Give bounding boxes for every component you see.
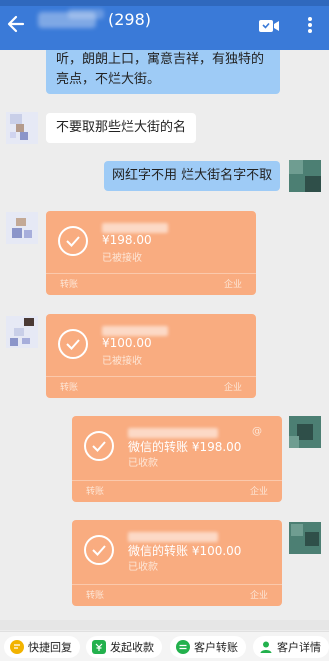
divider (46, 376, 256, 377)
transfer-type-label: 转账 (86, 487, 105, 497)
transfer-type-label: 转账 (60, 280, 79, 290)
transfer-status: 已被接收 (102, 356, 142, 367)
check-circle-icon (84, 535, 114, 565)
avatar[interactable] (289, 522, 321, 554)
transfer-amount: ¥100.00 (102, 336, 152, 350)
divider (72, 480, 282, 481)
more-options-icon[interactable] (300, 15, 320, 35)
avatar[interactable] (289, 160, 321, 192)
member-count: (298) (108, 10, 152, 29)
message-text: 亮点，不烂大街。 (56, 72, 161, 87)
quick-action-bar: 快捷回复 发起收款 客户转账 客户详情 (0, 631, 329, 661)
message-bubble-sent[interactable]: 听，朗朗上口，寓意吉祥，有独特的 亮点，不烂大街。 (46, 50, 280, 94)
customer-detail-button[interactable]: 客户详情 (253, 636, 329, 658)
transfer-icon (176, 640, 190, 654)
transfer-status: 已被接收 (102, 253, 142, 264)
status-bar (0, 0, 329, 6)
avatar[interactable] (6, 316, 38, 348)
customer-detail-icon (259, 640, 273, 654)
next-message-peek (0, 620, 329, 630)
transfer-type-label: 转账 (86, 591, 105, 601)
message-bubble-received[interactable]: 不要取那些烂大街的名 (46, 113, 197, 143)
avatar[interactable] (289, 416, 321, 448)
transfer-title: 微信的转账 ¥100.00 (128, 544, 242, 558)
transfer-status: 已收款 (128, 458, 158, 469)
avatar[interactable] (6, 212, 38, 244)
payment-request-icon (92, 640, 106, 654)
quick-reply-icon (10, 640, 24, 654)
chat-header: (298) (0, 0, 329, 50)
transfer-source-label: 企业 (249, 591, 268, 601)
check-circle-icon (58, 329, 88, 359)
video-call-icon[interactable] (258, 18, 280, 34)
payer-name-blurred (102, 326, 168, 336)
check-circle-icon (84, 431, 114, 461)
payer-name-blurred (128, 532, 218, 542)
quick-action-label: 客户转账 (194, 641, 238, 654)
message-text: 网红字不用 烂大街名字不取 (112, 168, 273, 183)
quick-action-label: 客户详情 (277, 641, 321, 654)
payer-name-blurred (128, 428, 218, 438)
check-circle-icon (58, 226, 88, 256)
transfer-card[interactable]: ¥198.00 已被接收 转账 企业 (46, 211, 256, 295)
mention-symbol: @ (252, 426, 262, 437)
transfer-status: 已收款 (128, 562, 158, 573)
payment-request-button[interactable]: 发起收款 (86, 636, 162, 658)
transfer-type-label: 转账 (60, 383, 79, 393)
transfer-card[interactable]: ¥100.00 已被接收 转账 企业 (46, 314, 256, 398)
payer-name-blurred (102, 223, 168, 233)
transfer-amount: ¥198.00 (102, 233, 152, 247)
transfer-source-label: 企业 (223, 383, 242, 393)
message-text: 听，朗朗上口，寓意吉祥，有独特的 (56, 52, 265, 67)
quick-action-label: 快捷回复 (28, 641, 72, 654)
transfer-title: 微信的转账 ¥198.00 (128, 440, 242, 454)
transfer-card[interactable]: 微信的转账 ¥100.00 已收款 转账 企业 (72, 520, 282, 606)
transfer-card[interactable]: @ 微信的转账 ¥198.00 已收款 转账 企业 (72, 416, 282, 502)
transfer-source-label: 企业 (223, 280, 242, 290)
chat-area[interactable]: 听，朗朗上口，寓意吉祥，有独特的 亮点，不烂大街。 不要取那些烂大街的名 网红字… (0, 50, 329, 630)
avatar[interactable] (6, 112, 38, 144)
quick-action-label: 发起收款 (110, 641, 154, 654)
group-name-blurred (38, 12, 96, 28)
message-text: 不要取那些烂大街的名 (56, 120, 187, 135)
divider (72, 584, 282, 585)
divider (46, 273, 256, 274)
transfer-button[interactable]: 客户转账 (170, 636, 246, 658)
transfer-source-label: 企业 (249, 487, 268, 497)
quick-reply-button[interactable]: 快捷回复 (4, 636, 80, 658)
message-bubble-sent[interactable]: 网红字不用 烂大街名字不取 (104, 161, 281, 191)
back-arrow-icon[interactable] (6, 13, 26, 35)
